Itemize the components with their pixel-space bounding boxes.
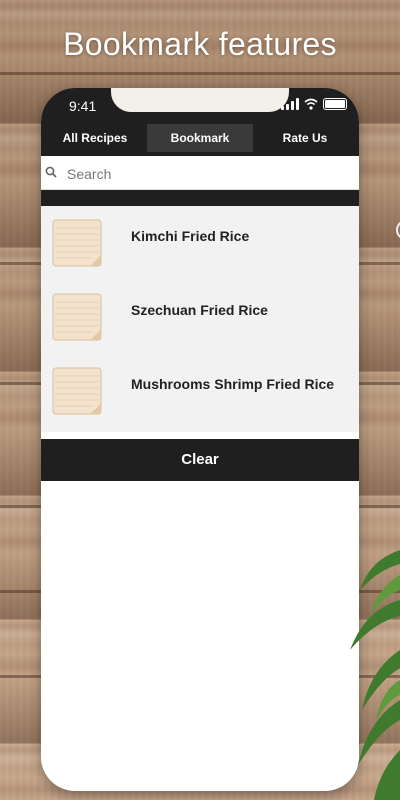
search-bar — [41, 156, 359, 190]
bookmark-item[interactable]: Mushrooms Shrimp Fried Rice — [41, 354, 359, 428]
recipe-note-icon — [52, 367, 102, 415]
search-icon — [45, 166, 57, 178]
status-icons — [281, 98, 347, 110]
bookmark-title: Kimchi Fried Rice — [131, 228, 250, 244]
wifi-icon — [304, 98, 318, 110]
clear-button[interactable]: Clear — [41, 439, 359, 481]
battery-icon — [323, 98, 347, 110]
bookmark-title: Szechuan Fried Rice — [131, 302, 268, 318]
status-bar: 9:41 — [41, 88, 359, 120]
signal-icon — [281, 98, 299, 110]
tab-bookmark[interactable]: Bookmark — [147, 124, 253, 152]
bookmark-item[interactable]: Szechuan Fried Rice — [41, 280, 359, 354]
plank-divider — [0, 72, 400, 75]
recipe-note-icon — [52, 293, 102, 341]
plant-decoration — [350, 550, 400, 800]
partial-circle-icon — [396, 222, 400, 238]
recipe-note-icon — [52, 219, 102, 267]
bookmark-list: Kimchi Fried Rice Szechuan Fried Rice Mu… — [41, 206, 359, 432]
banner-title: Bookmark features — [63, 26, 337, 62]
phone-notch — [111, 88, 289, 112]
bookmark-item[interactable]: Kimchi Fried Rice — [41, 206, 359, 280]
phone-screen: 9:41 All Recipes Bookmark Rate Us Search… — [41, 88, 359, 791]
status-time: 9:41 — [69, 98, 97, 114]
bookmark-title: Mushrooms Shrimp Fried Rice — [131, 376, 335, 392]
tab-rate-us[interactable]: Rate Us — [255, 124, 355, 152]
tab-all-recipes[interactable]: All Recipes — [45, 124, 145, 152]
search-input[interactable] — [65, 160, 354, 188]
tab-bar: All Recipes Bookmark Rate Us — [41, 120, 359, 156]
search-divider — [41, 190, 359, 206]
